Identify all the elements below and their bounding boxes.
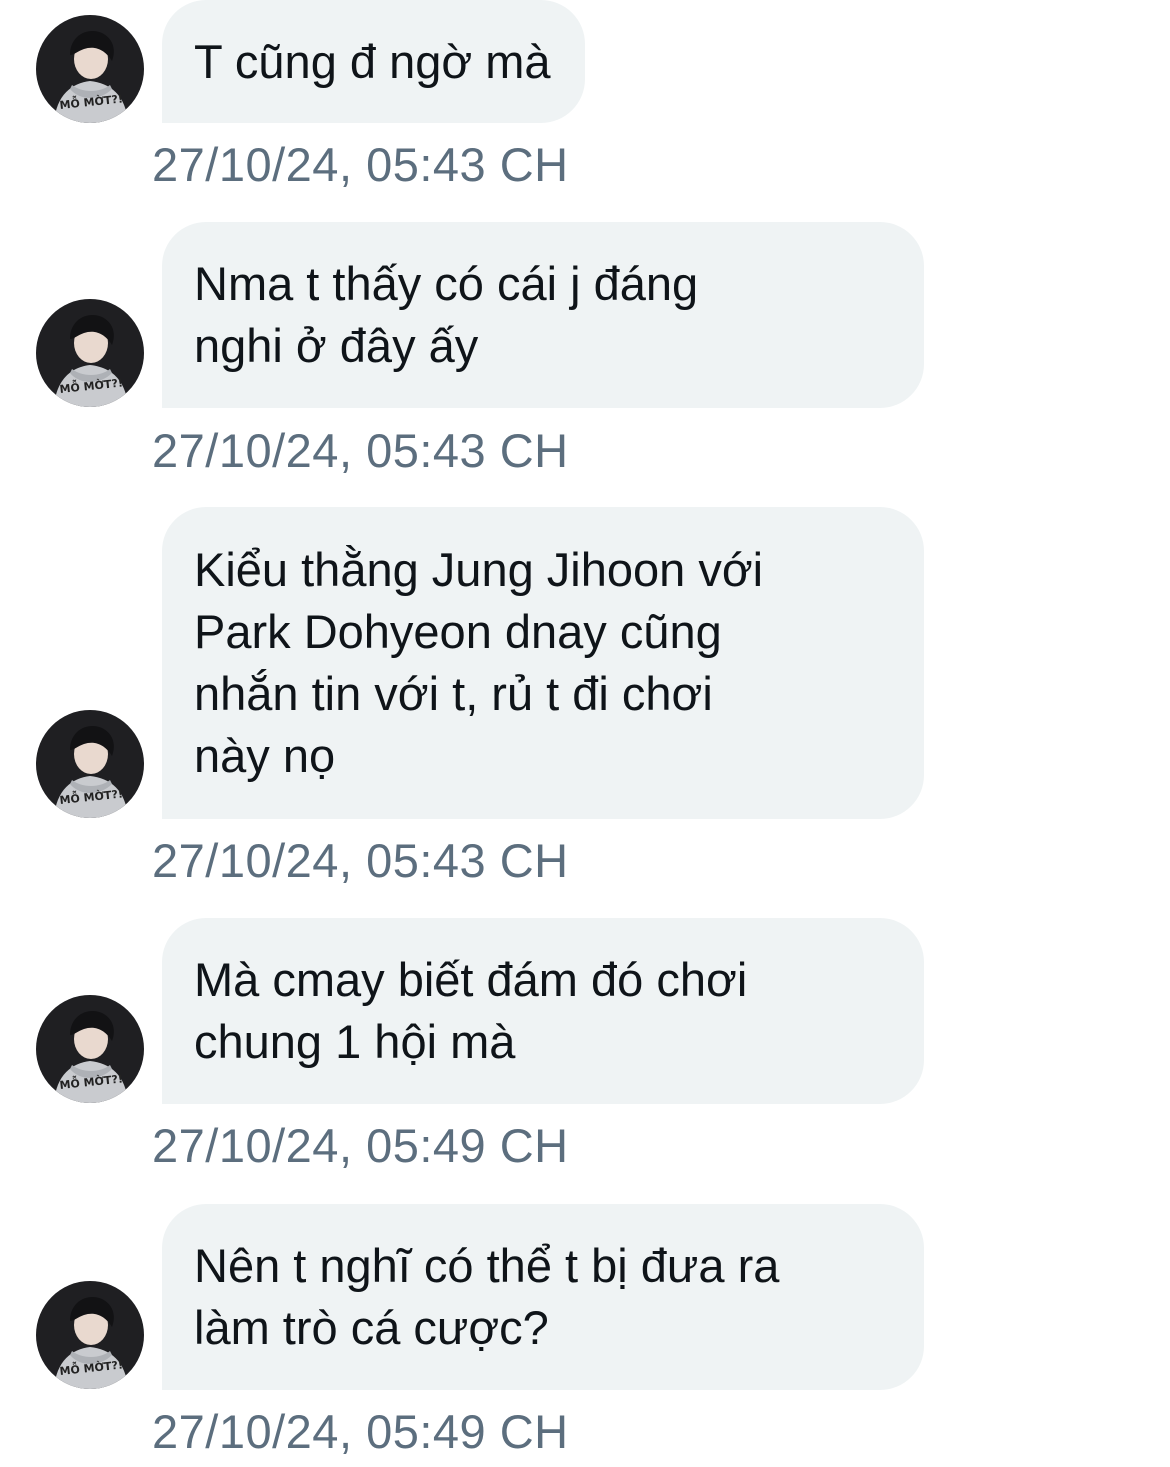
message-bubble[interactable]: Nma t thấy có cái j đáng nghi ở đây ấy [162, 222, 924, 408]
avatar-photo-icon: MỖ MỜT?! [36, 1281, 144, 1389]
avatar-photo-icon: MỖ MỜT?! [36, 15, 144, 123]
sender-avatar[interactable]: MỖ MỜT?! [36, 1281, 144, 1389]
message-bubble[interactable]: Nên t nghĩ có thể t bị đưa ra làm trò cá… [162, 1204, 924, 1390]
message-text: T cũng đ ngờ mà [194, 34, 551, 88]
message-bubble[interactable]: Mà cmay biết đám đó chơi chung 1 hội mà [162, 918, 924, 1104]
sender-avatar[interactable]: MỖ MỜT?! [36, 15, 144, 123]
sender-avatar[interactable]: MỖ MỜT?! [36, 299, 144, 407]
message-thread: MỖ MỜT?! T cũng đ ngờ mà 27/10/24, 05:43… [0, 0, 1170, 1467]
message-bubble[interactable]: Kiểu thằng Jung Jihoon với Park Dohyeon … [162, 507, 924, 819]
message-timestamp: 27/10/24, 05:43 CH [152, 424, 569, 477]
message-timestamp: 27/10/24, 05:49 CH [152, 1405, 569, 1458]
sender-avatar[interactable]: MỖ MỜT?! [36, 995, 144, 1103]
avatar-photo-icon: MỖ MỜT?! [36, 995, 144, 1103]
avatar-photo-icon: MỖ MỜT?! [36, 299, 144, 407]
message-text: Nma t thấy có cái j đáng nghi ở đây ấy [194, 257, 699, 372]
message-text: Mà cmay biết đám đó chơi chung 1 hội mà [194, 953, 748, 1068]
sender-avatar[interactable]: MỖ MỜT?! [36, 710, 144, 818]
message-bubble[interactable]: T cũng đ ngờ mà [162, 0, 585, 123]
message-timestamp: 27/10/24, 05:43 CH [152, 834, 569, 887]
message-timestamp: 27/10/24, 05:43 CH [152, 138, 569, 191]
message-text: Nên t nghĩ có thể t bị đưa ra làm trò cá… [194, 1239, 780, 1354]
message-text: Kiểu thằng Jung Jihoon với Park Dohyeon … [194, 543, 764, 782]
avatar-photo-icon: MỖ MỜT?! [36, 710, 144, 818]
message-timestamp: 27/10/24, 05:49 CH [152, 1119, 569, 1172]
